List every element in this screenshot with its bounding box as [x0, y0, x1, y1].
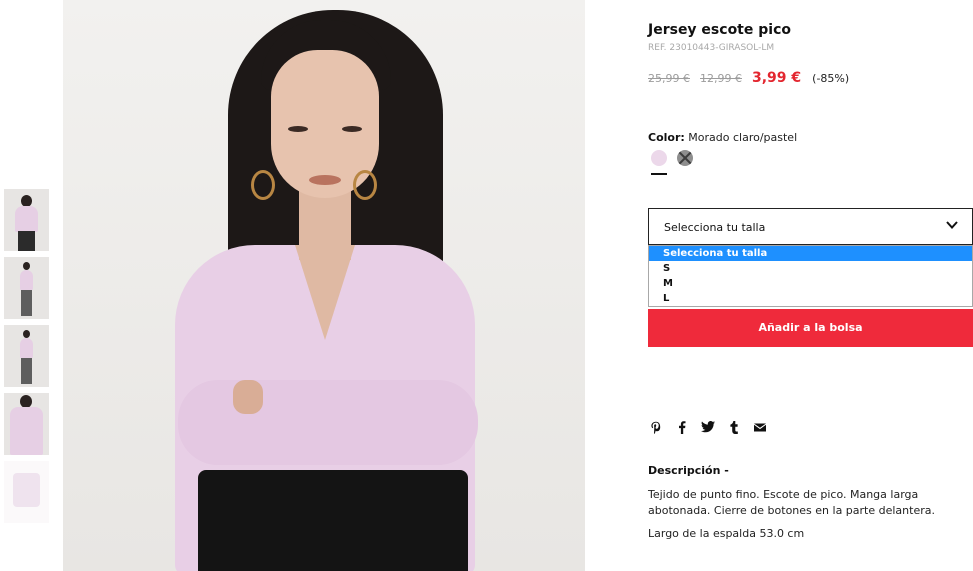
sweater-v-neck	[295, 245, 355, 340]
selected-swatch-indicator	[651, 173, 667, 175]
description-measure: Largo de la espalda 53.0 cm	[648, 527, 805, 540]
earring-right	[353, 170, 377, 200]
color-swatch-pink[interactable]	[651, 150, 667, 166]
thumbnail-5[interactable]	[4, 461, 49, 523]
twitter-icon[interactable]	[700, 419, 716, 435]
thumbnail-2[interactable]	[4, 257, 49, 319]
thumb-garment	[13, 473, 40, 507]
size-option-m[interactable]: M	[649, 276, 972, 291]
thumbnail-3[interactable]	[4, 325, 49, 387]
size-option-l[interactable]: L	[649, 291, 972, 306]
thumbnail-1[interactable]	[4, 189, 49, 251]
color-value: Morado claro/pastel	[688, 131, 798, 144]
pinterest-icon[interactable]	[648, 419, 664, 435]
price-current: 3,99 €	[752, 70, 802, 86]
model-crossed-arms	[178, 380, 478, 465]
color-label: Color:	[648, 131, 685, 144]
model-pants	[198, 470, 468, 571]
thumbnail-strip	[4, 189, 49, 529]
size-select[interactable]: Selecciona tu talla	[648, 208, 973, 245]
size-select-label: Selecciona tu talla	[664, 221, 766, 234]
add-to-bag-button[interactable]: Añadir a la bolsa	[648, 309, 973, 347]
tumblr-icon[interactable]	[726, 419, 742, 435]
model-lips	[309, 175, 341, 185]
facebook-icon[interactable]	[674, 419, 690, 435]
thumbnail-4[interactable]	[4, 393, 49, 455]
model-eye-left	[288, 126, 308, 132]
product-title: Jersey escote pico	[648, 22, 791, 38]
description-text: Tejido de punto fino. Escote de pico. Ma…	[648, 488, 935, 517]
price-previous: 12,99 €	[700, 72, 742, 85]
model-eye-right	[342, 126, 362, 132]
discount-badge: (-85%)	[812, 72, 850, 85]
earring-left	[251, 170, 275, 200]
thumb-figure	[23, 330, 30, 338]
color-swatch-grey-unavailable[interactable]	[677, 150, 693, 166]
price-original: 25,99 €	[648, 72, 690, 85]
description-title[interactable]: Descripción -	[648, 464, 729, 477]
email-icon[interactable]	[752, 419, 768, 435]
price-row: 25,99 € 12,99 € 3,99 € (-85%)	[648, 70, 849, 86]
share-icons	[648, 419, 778, 435]
model-hand	[233, 380, 263, 414]
chevron-down-icon	[946, 221, 958, 229]
product-ref: REF. 23010443-GIRASOL-LM	[648, 43, 775, 53]
size-option-s[interactable]: S	[649, 261, 972, 276]
size-dropdown: Selecciona tu talla S M L	[648, 245, 973, 307]
color-label-row: Color: Morado claro/pastel	[648, 131, 797, 144]
main-product-image[interactable]	[63, 0, 585, 571]
size-option-placeholder[interactable]: Selecciona tu talla	[649, 246, 972, 261]
thumb-figure	[23, 262, 30, 270]
